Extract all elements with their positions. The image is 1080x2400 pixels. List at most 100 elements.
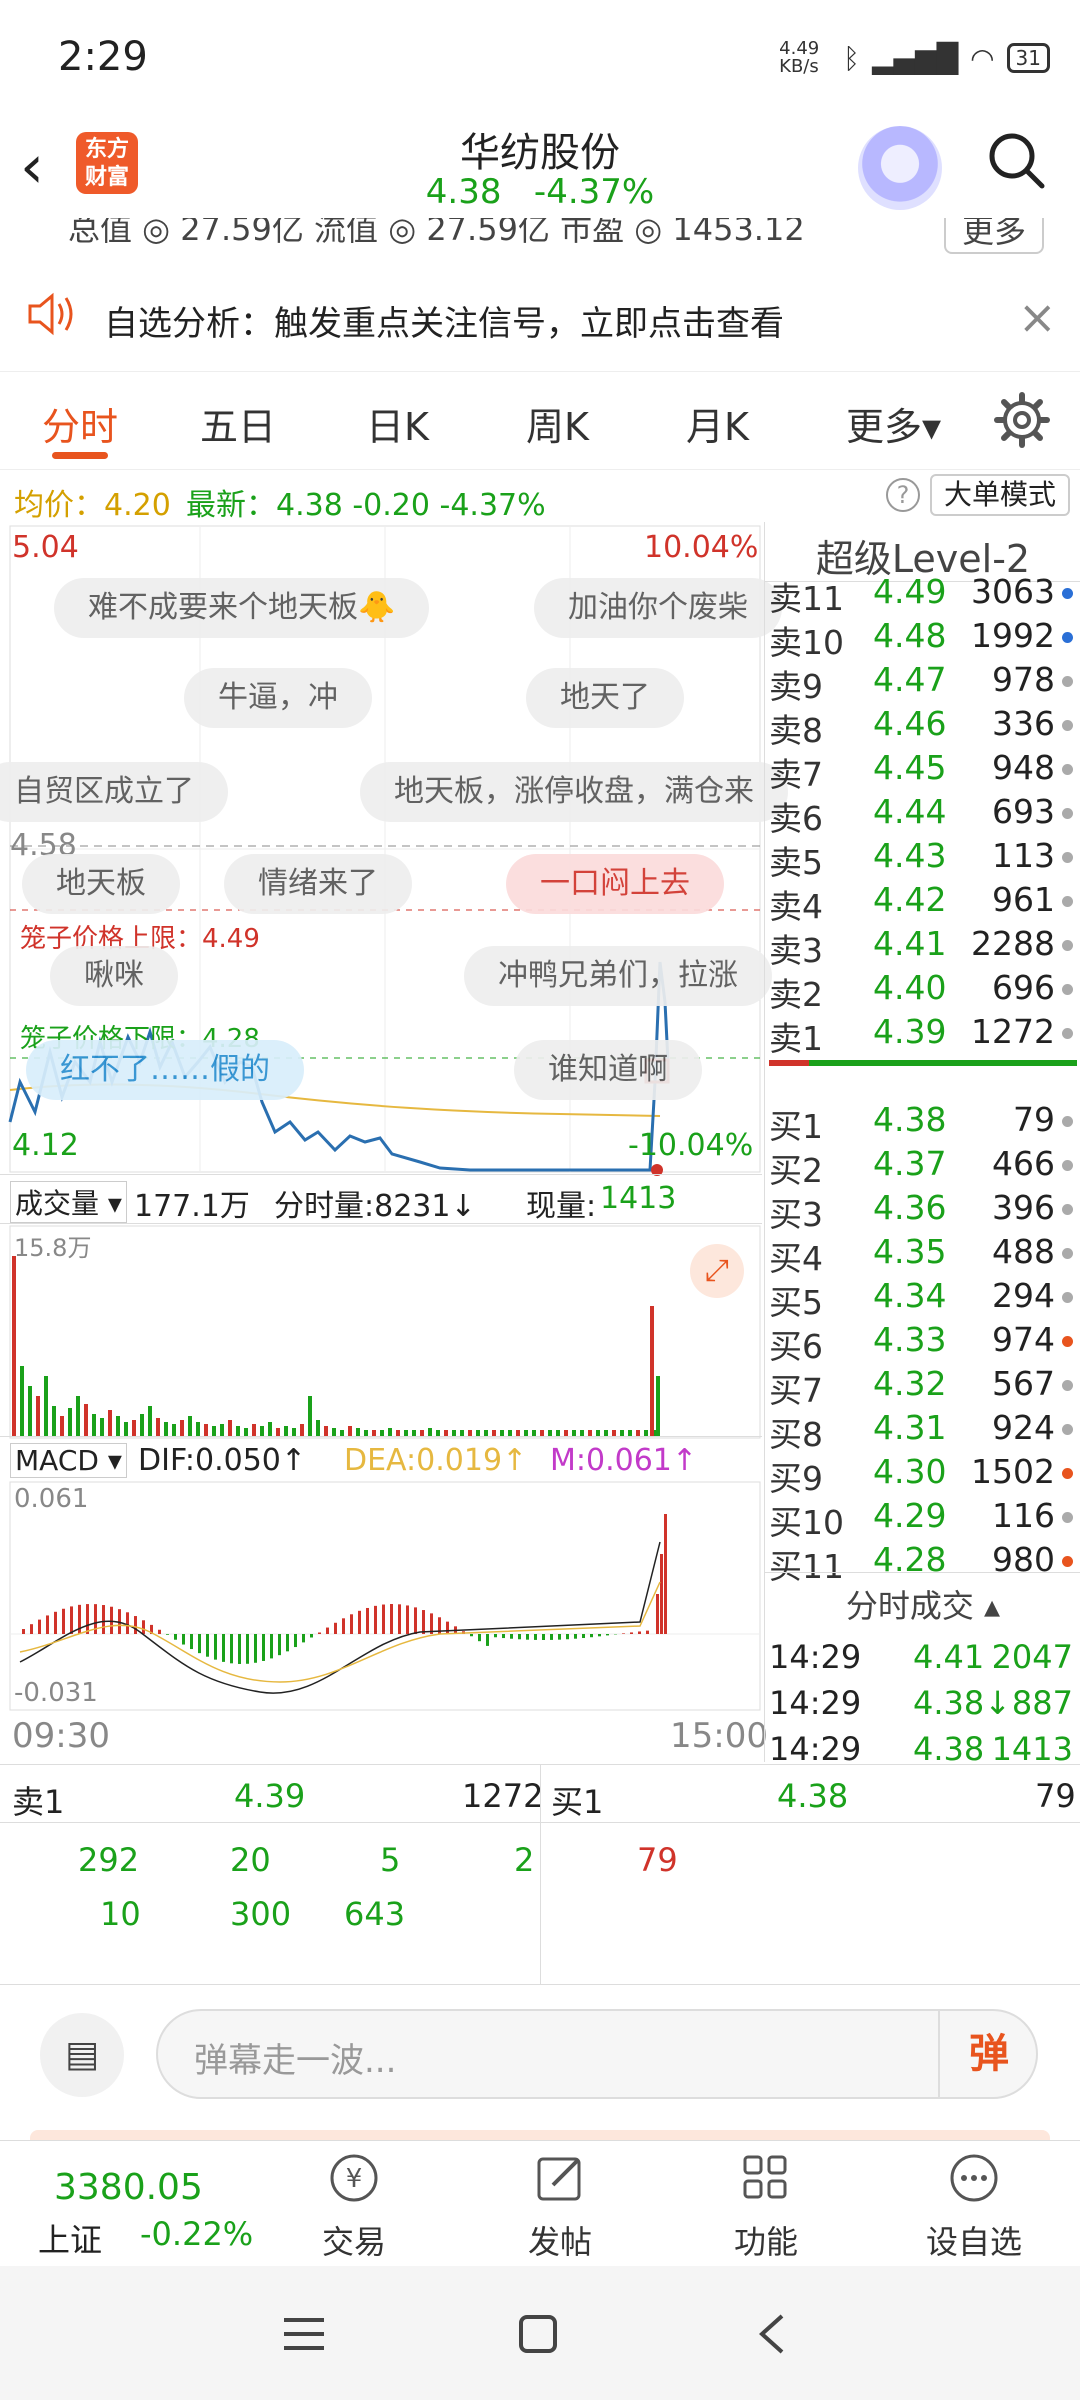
tab-weekly-k[interactable]: 周K bbox=[526, 396, 589, 451]
assistant-robot-icon[interactable] bbox=[858, 126, 942, 210]
volume-bar bbox=[124, 1422, 128, 1436]
order-price: 4.37 bbox=[873, 1144, 947, 1183]
danmu-bubble[interactable]: 难不成要来个地天板🐥 bbox=[54, 578, 430, 638]
volume-bar bbox=[196, 1422, 200, 1436]
order-book-row[interactable]: 卖2 4.40 696 bbox=[765, 968, 1080, 1014]
order-book-row[interactable]: 卖10 4.48 1992 bbox=[765, 616, 1080, 662]
macd-bar bbox=[542, 1634, 545, 1640]
order-volume: 1502 bbox=[971, 1452, 1055, 1491]
danmu-input[interactable]: 弹幕走一波... 弹 bbox=[156, 2009, 1038, 2099]
tab-five-day[interactable]: 五日 bbox=[200, 396, 276, 451]
nav-add-watchlist[interactable]: 设自选 bbox=[914, 2151, 1034, 2263]
nav-trade[interactable]: ¥ 交易 bbox=[294, 2151, 414, 2263]
expand-icon[interactable]: ⤢ bbox=[690, 1244, 744, 1298]
order-book-row[interactable]: 买3 4.36 396 bbox=[765, 1188, 1080, 1234]
current-volume: 1413 bbox=[600, 1181, 677, 1216]
back-icon[interactable]: ‹ bbox=[20, 132, 44, 202]
close-icon[interactable]: × bbox=[1018, 290, 1057, 344]
order-book-row[interactable]: 卖5 4.43 113 bbox=[765, 836, 1080, 882]
order-book-row[interactable]: 买8 4.31 924 bbox=[765, 1408, 1080, 1454]
grid-icon bbox=[743, 2155, 787, 2199]
order-book-row[interactable]: 卖7 4.45 948 bbox=[765, 748, 1080, 794]
nav-functions[interactable]: 功能 bbox=[706, 2151, 826, 2263]
macd-bar bbox=[238, 1634, 241, 1664]
nav-post[interactable]: 发帖 bbox=[500, 2151, 620, 2263]
order-book-row[interactable]: 买9 4.30 1502 bbox=[765, 1452, 1080, 1498]
order-dot bbox=[1062, 940, 1073, 951]
macd-indicator-select[interactable]: MACD ▾ bbox=[10, 1443, 127, 1478]
volume-bar bbox=[428, 1428, 432, 1436]
back-nav-icon[interactable] bbox=[756, 2312, 786, 2356]
index-name[interactable]: 上证 bbox=[38, 2215, 102, 2261]
danmu-bubble[interactable]: 自贸区成立了 bbox=[0, 762, 228, 822]
order-book-row[interactable]: 买2 4.37 466 bbox=[765, 1144, 1080, 1190]
order-book-row[interactable]: 卖8 4.46 336 bbox=[765, 704, 1080, 750]
danmu-bubble[interactable]: 情绪来了 bbox=[224, 854, 412, 914]
volume-bar bbox=[84, 1404, 88, 1436]
order-price: 4.36 bbox=[873, 1188, 947, 1227]
menu-icon[interactable] bbox=[282, 2314, 326, 2354]
order-book-row[interactable]: 卖9 4.47 978 bbox=[765, 660, 1080, 706]
order-book-row[interactable]: 买5 4.34 294 bbox=[765, 1276, 1080, 1322]
danmu-bubble[interactable]: 加油你个废柴 bbox=[534, 578, 782, 638]
danmu-toggle-button[interactable]: 弹 bbox=[938, 2011, 1038, 2097]
tab-daily-k[interactable]: 日K bbox=[366, 396, 429, 451]
current-volume-label: 现量: bbox=[526, 1189, 597, 1224]
danmu-bubble[interactable]: 地天了 bbox=[526, 668, 684, 728]
index-value[interactable]: 3380.05 bbox=[54, 2167, 203, 2208]
status-time: 2:29 bbox=[58, 34, 148, 80]
danmu-placeholder: 弹幕走一波... bbox=[194, 2041, 397, 2081]
home-icon[interactable] bbox=[518, 2314, 558, 2354]
index-change[interactable]: -0.22% bbox=[140, 2215, 253, 2253]
volume-bar bbox=[132, 1420, 136, 1436]
tab-intraday[interactable]: 分时 bbox=[42, 396, 118, 451]
more-stats-button[interactable]: 更多 bbox=[944, 218, 1045, 254]
macd-bar bbox=[342, 1618, 345, 1634]
danmu-bubble[interactable]: 地天板，涨停收盘，满仓来 bbox=[360, 762, 788, 822]
help-icon[interactable]: ? bbox=[886, 478, 920, 512]
danmu-bubble[interactable]: 谁知道啊 bbox=[514, 1040, 702, 1100]
app-logo[interactable]: 东方财富 bbox=[76, 132, 138, 194]
order-price: 4.46 bbox=[873, 704, 947, 743]
danmu-list-icon[interactable]: ▤ bbox=[40, 2013, 124, 2097]
order-dot bbox=[1062, 1380, 1073, 1391]
danmu-bubble[interactable]: 红不了……假的 bbox=[26, 1040, 304, 1100]
order-dot bbox=[1062, 1556, 1073, 1567]
order-book-row[interactable]: 买7 4.32 567 bbox=[765, 1364, 1080, 1410]
order-book-row[interactable]: 买10 4.29 116 bbox=[765, 1496, 1080, 1542]
order-book-row[interactable]: 卖11 4.49 3063 bbox=[765, 572, 1080, 618]
macd-bar bbox=[262, 1634, 265, 1661]
notice-bar[interactable]: 自选分析：触发重点关注信号，立即点击查看 × bbox=[0, 262, 1080, 372]
volume-max-label: 15.8万 bbox=[14, 1234, 92, 1262]
tab-underline bbox=[52, 452, 108, 459]
sell-queue: 卖1 4.39 1272 292 20 5 2 10 300 643 bbox=[0, 1765, 543, 1985]
order-dot bbox=[1062, 1336, 1073, 1347]
order-volume: 2288 bbox=[971, 924, 1055, 963]
order-book-row[interactable]: 卖4 4.42 961 bbox=[765, 880, 1080, 926]
order-volume: 294 bbox=[992, 1276, 1055, 1315]
order-book-row[interactable]: 买4 4.35 488 bbox=[765, 1232, 1080, 1278]
volume-indicator-select[interactable]: 成交量 ▾ bbox=[10, 1181, 127, 1223]
big-order-mode-button[interactable]: 大单模式 bbox=[930, 474, 1070, 516]
order-level: 买4 bbox=[769, 1239, 823, 1278]
order-book-row[interactable]: 卖3 4.41 2288 bbox=[765, 924, 1080, 970]
intraday-chart[interactable]: 5.04 10.04% 4.58 笼子价格上限：4.49 笼子价格下限：4.28… bbox=[0, 522, 788, 1762]
gear-icon[interactable] bbox=[994, 392, 1050, 448]
danmu-bubble[interactable]: 啾咪 bbox=[50, 946, 178, 1006]
ticks-title[interactable]: 分时成交 ▴ bbox=[765, 1572, 1080, 1627]
order-book-row[interactable]: 卖6 4.44 693 bbox=[765, 792, 1080, 838]
macd-bar bbox=[494, 1634, 497, 1638]
danmu-bubble[interactable]: 地天板 bbox=[22, 854, 180, 914]
tab-more[interactable]: 更多▾ bbox=[846, 396, 941, 451]
danmu-bubble[interactable]: 冲鸭兄弟们，拉涨 bbox=[464, 946, 772, 1006]
order-book-row[interactable]: 买6 4.33 974 bbox=[765, 1320, 1080, 1366]
order-book-row[interactable]: 买1 4.38 79 bbox=[765, 1100, 1080, 1146]
order-book-row[interactable]: 卖1 4.39 1272 bbox=[765, 1012, 1080, 1058]
order-volume: 1272 bbox=[971, 1012, 1055, 1051]
queue-order: 643 bbox=[344, 1895, 406, 1933]
stock-name: 华纺股份 bbox=[460, 130, 620, 176]
search-icon[interactable] bbox=[984, 128, 1048, 192]
danmu-bubble[interactable]: 一口闷上去 bbox=[506, 854, 724, 914]
tab-monthly-k[interactable]: 月K bbox=[686, 396, 749, 451]
danmu-bubble[interactable]: 牛逼，冲 bbox=[184, 668, 372, 728]
